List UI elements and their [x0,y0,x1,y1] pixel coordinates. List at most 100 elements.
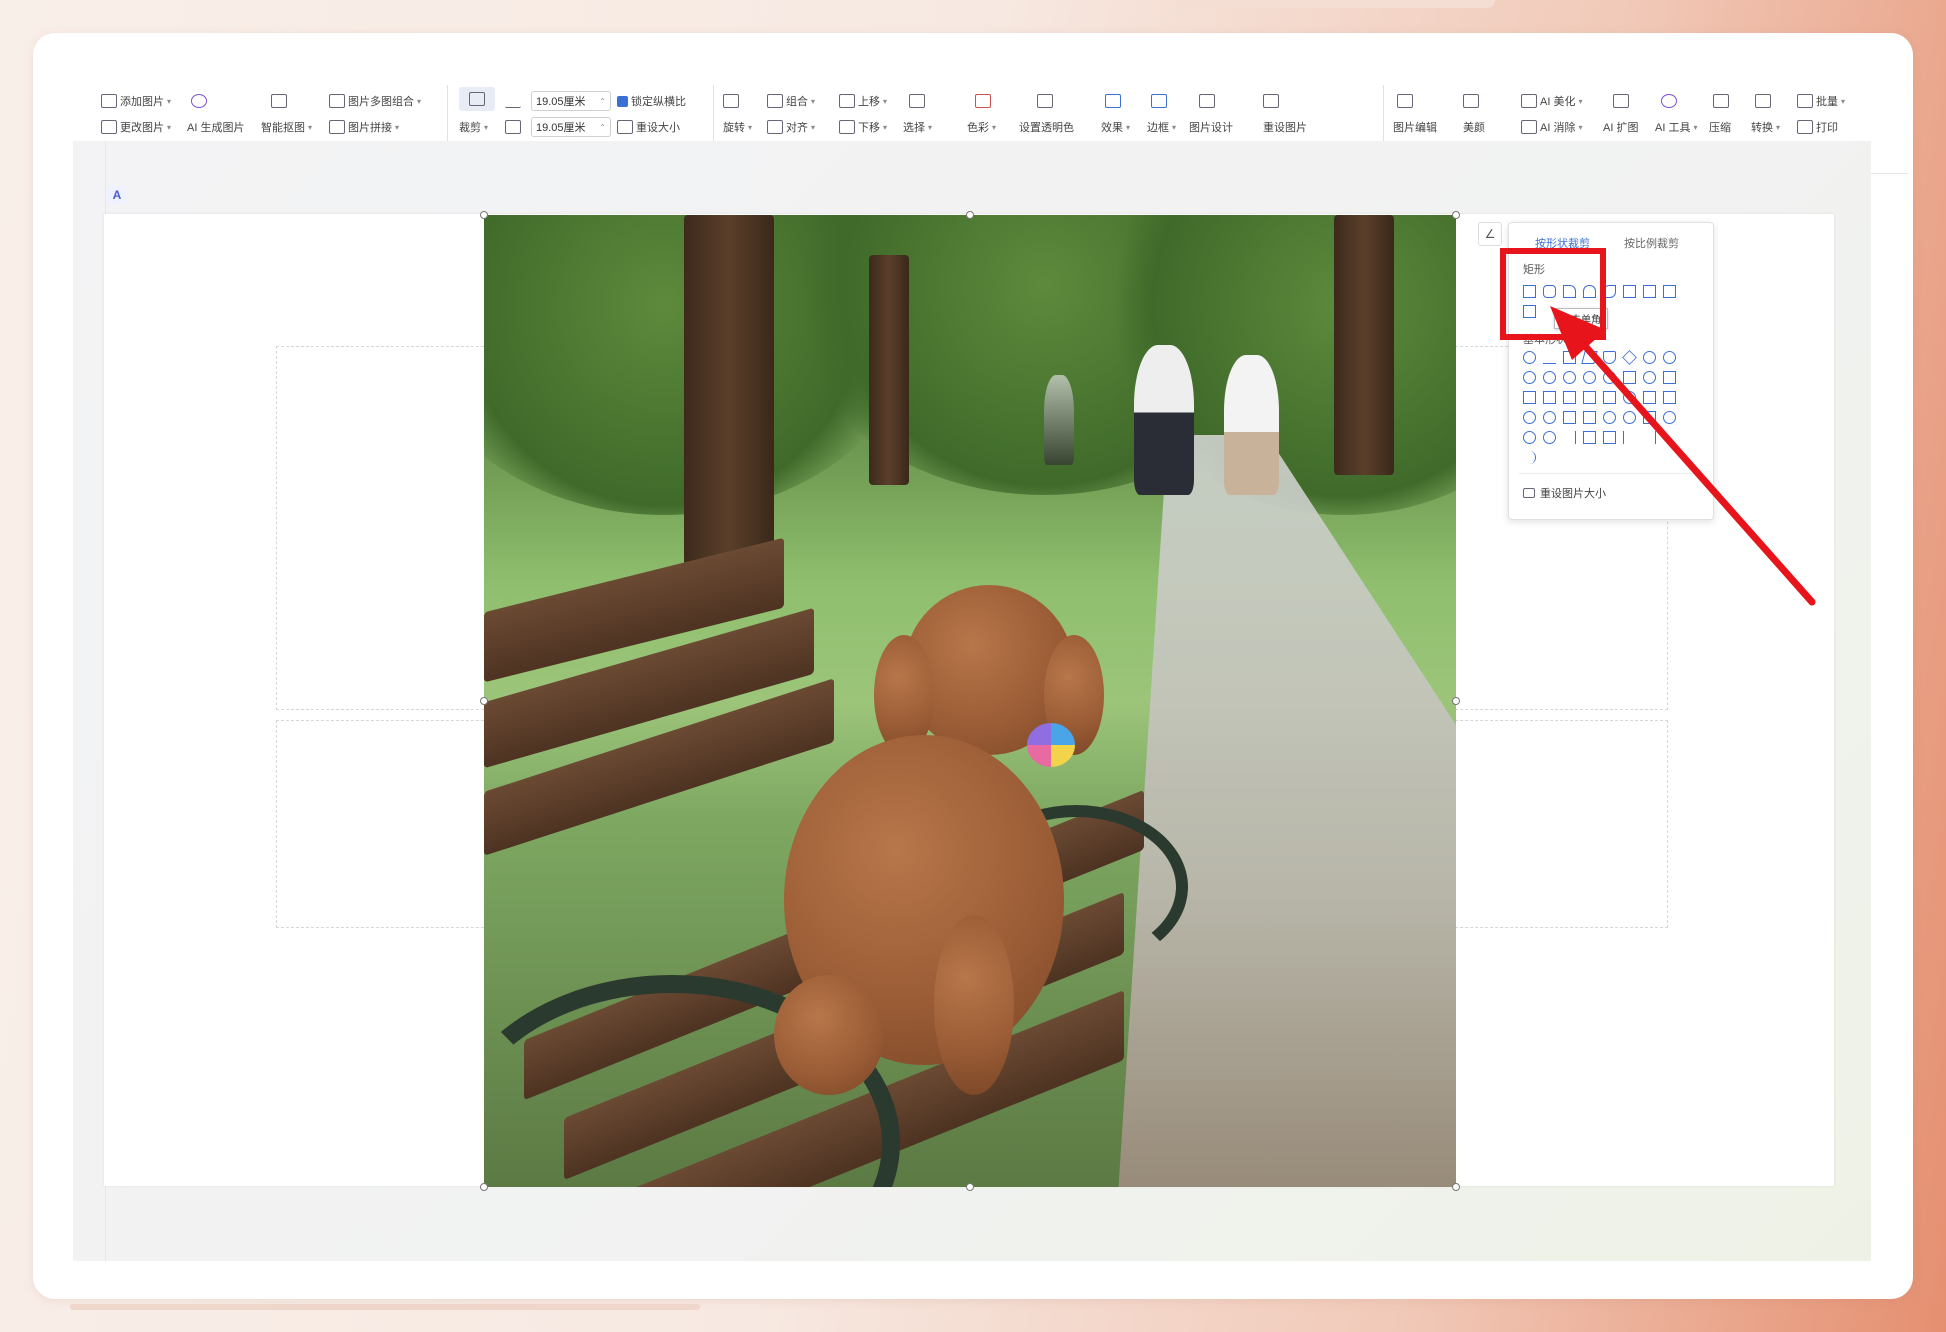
rotate-button[interactable]: 旋转 ▾ [723,115,752,139]
rotate-icon-button[interactable] [723,89,739,113]
width-input[interactable]: 19.05厘米 ⌃ [531,117,611,137]
ai-expand-icon-button[interactable] [1613,89,1629,113]
resize-handle[interactable] [1452,1183,1460,1191]
group-button[interactable]: 组合 ▾ [767,89,815,113]
tree-trunk [684,215,774,565]
reset-picture-button[interactable]: 重设图片 [1263,115,1307,139]
splice-icon [329,120,345,134]
resize-handle[interactable] [1452,211,1460,219]
ai-tools-icon [1661,94,1677,108]
checkbox-checked-icon [617,95,628,107]
change-image-button[interactable]: 更改图片 ▾ [101,115,171,139]
crop-angle-icon: ∠ [1484,227,1496,241]
ai-erase-icon [1521,120,1537,134]
ai-sparkle-icon [191,94,207,108]
beautify-icon-button[interactable] [1463,89,1479,113]
selected-dog-photo[interactable] [484,215,1456,1187]
batch-button[interactable]: 批量 ▾ [1797,89,1845,113]
tab-crop-by-ratio[interactable]: 按比例裁剪 [1624,235,1679,251]
crop-button[interactable]: 裁剪 ▾ [459,115,488,139]
height-icon [505,89,521,113]
tree-trunk [869,255,909,485]
walking-person [1134,345,1194,495]
bottom-glow [70,1304,700,1310]
transparent-icon-button[interactable] [1037,89,1053,113]
lock-ratio-checkbox[interactable]: 锁定纵横比 [617,89,686,113]
ai-generate-icon-button[interactable] [191,89,207,113]
annotation-arrow [1550,306,1816,606]
resize-handle[interactable] [966,211,974,219]
beauty-button[interactable]: 美颜 [1463,115,1485,139]
resize-handle[interactable] [480,697,488,705]
walking-person [1224,355,1279,495]
crop-icon-button[interactable] [459,87,495,111]
crop-icon [469,92,485,106]
set-transparent-button[interactable]: 设置透明色 [1019,115,1074,139]
beautify-icon [1463,94,1479,108]
effect-button[interactable]: 效果 ▾ [1101,115,1130,139]
transparent-color-icon [1037,94,1053,108]
width-icon [505,115,521,139]
compress-icon [1713,94,1729,108]
top-glow [1175,0,1495,8]
color-icon-button[interactable] [975,89,991,113]
reset-size-icon [617,120,633,134]
resize-handle[interactable] [1452,697,1460,705]
tree-trunk [1334,215,1394,475]
toy-ball [1027,723,1075,767]
picture-edit-icon-button[interactable] [1397,89,1413,113]
smart-cutout-button[interactable]: 智能抠图 ▾ [261,115,312,139]
picture-design-button[interactable]: 图片设计 [1189,115,1233,139]
ai-erase-button[interactable]: AI 消除 ▾ [1521,115,1582,139]
bring-forward-icon [839,94,855,108]
ai-expand-button[interactable]: AI 扩图 [1603,115,1638,139]
effect-icon [1105,94,1121,108]
compress-button[interactable]: 压缩 [1709,115,1731,139]
resize-handle[interactable] [966,1183,974,1191]
cutout-icon [271,94,287,108]
color-icon [975,94,991,108]
align-button[interactable]: 对齐 ▾ [767,115,815,139]
batch-icon [1797,94,1813,108]
compress-icon-button[interactable] [1713,89,1729,113]
bring-forward-button[interactable]: 上移 ▾ [839,89,887,113]
effect-icon-button[interactable] [1105,89,1121,113]
ai-assistant-icon[interactable]: A [108,186,126,204]
print-icon [1797,120,1813,134]
align-icon [767,120,783,134]
image-splice-button[interactable]: 图片拼接 ▾ [329,115,399,139]
add-image-button[interactable]: 添加图片 ▾ [101,89,171,113]
send-backward-icon [839,120,855,134]
reset-picture-icon-button[interactable] [1263,89,1279,113]
border-icon-button[interactable] [1151,89,1167,113]
select-icon-button[interactable] [909,89,925,113]
select-button[interactable]: 选择 ▾ [903,115,932,139]
print-button[interactable]: 打印 [1797,115,1838,139]
ai-beautify-button[interactable]: AI 美化 ▾ [1521,89,1582,113]
border-icon [1151,94,1167,108]
resize-handle[interactable] [480,1183,488,1191]
convert-button[interactable]: 转换 ▾ [1751,115,1780,139]
rotate-icon [723,94,739,108]
send-backward-button[interactable]: 下移 ▾ [839,115,887,139]
group-icon [767,94,783,108]
ai-tools-button[interactable]: AI 工具 ▾ [1655,115,1697,139]
distant-person [1044,375,1074,465]
resize-handle[interactable] [480,211,488,219]
picture-edit-button[interactable]: 图片编辑 [1393,115,1437,139]
crop-float-button[interactable]: ∠ [1478,222,1502,246]
ai-generate-button[interactable]: AI 生成图片 [187,115,244,139]
ai-tools-icon-button[interactable] [1661,89,1677,113]
reset-size-button[interactable]: 重设大小 [617,115,680,139]
color-button[interactable]: 色彩 ▾ [967,115,996,139]
multi-image-icon [329,94,345,108]
multi-image-button[interactable]: 图片多图组合 ▾ [329,89,421,113]
picture-design-icon [1199,94,1215,108]
convert-icon-button[interactable] [1755,89,1771,113]
picture-edit-icon [1397,94,1413,108]
smart-cutout-icon-button[interactable] [271,89,287,113]
height-input[interactable]: 19.05厘米 ⌃ [531,91,611,111]
border-button[interactable]: 边框 ▾ [1147,115,1176,139]
picture-design-icon-button[interactable] [1199,89,1215,113]
convert-icon [1755,94,1771,108]
